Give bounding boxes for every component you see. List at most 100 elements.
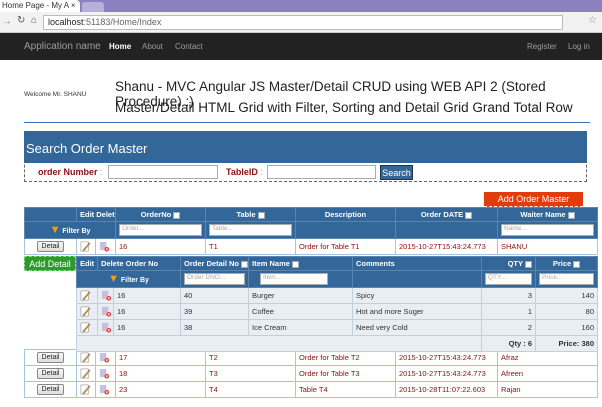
waiter-header[interactable]: Waiter Name [497, 207, 598, 222]
order-number-input[interactable] [108, 165, 218, 179]
edit-icon[interactable] [80, 290, 91, 301]
nav-contact[interactable]: Contact [175, 42, 203, 51]
filter-item-input[interactable]: Item... [260, 273, 328, 285]
star-icon[interactable]: ☆ [588, 15, 597, 26]
edit-icon[interactable] [80, 241, 91, 252]
description-cell: Order for Table T1 [295, 238, 396, 255]
filter-table-input[interactable]: Table... [209, 224, 292, 236]
tab-title: Home Page - My A [2, 1, 69, 10]
detail-button[interactable]: Detail [36, 368, 65, 379]
description-cell: Table T4 [295, 381, 396, 398]
total-price: Price: 380 [535, 335, 598, 352]
orderno-cell: 16 [113, 319, 181, 336]
edit-icon[interactable] [80, 352, 91, 363]
delete-header: Delete [101, 259, 124, 268]
comments-cell: Need very Cold [352, 319, 482, 336]
tableid-label: TableID : [226, 167, 263, 177]
item-cell: Burger [248, 287, 353, 304]
order-number-label: order Number : [38, 167, 103, 177]
table-cell: T3 [205, 365, 296, 382]
new-tab-button[interactable] [82, 2, 104, 12]
date-cell: 2015-10-28T11:07:22.603 [395, 381, 498, 398]
waiter-cell: Afreen [497, 365, 598, 382]
browser-tab[interactable]: Home Page - My A × [0, 0, 80, 12]
sort-icon [573, 260, 581, 268]
detail-total-row: Qty : 6 Price: 380 [76, 335, 598, 352]
filter-name-input[interactable]: Name... [501, 224, 594, 236]
sort-icon [241, 260, 248, 268]
comments-header: Comments [352, 256, 482, 271]
orderno-cell: 16 [115, 238, 206, 255]
filter-icon: ▼ [108, 273, 119, 285]
sort-icon [257, 211, 265, 219]
item-header[interactable]: Item Name [248, 256, 353, 271]
detail-button[interactable]: Detail [36, 241, 65, 252]
orderno-header: Order No [125, 259, 159, 268]
add-detail-button[interactable]: Add Detail [24, 256, 76, 271]
address-bar[interactable]: localhost:51183/Home/Index [43, 15, 563, 30]
price-header[interactable]: Price [535, 256, 598, 271]
edit-icon[interactable] [80, 306, 91, 317]
item-cell: Ice Cream [248, 319, 353, 336]
reload-icon[interactable]: ↻ [17, 15, 25, 26]
comments-cell: Spicy [352, 287, 482, 304]
edit-header: Edit [76, 256, 98, 271]
delete-icon[interactable] [101, 290, 112, 301]
detail-header-row: Edit Delete Order No Order Detail No Ite… [76, 256, 598, 271]
divider [24, 122, 590, 123]
qty-cell: 3 [481, 287, 536, 304]
filter-order-input[interactable]: Order... [119, 224, 202, 236]
delete-icon[interactable] [101, 306, 112, 317]
delete-header: Delete [96, 210, 115, 219]
orderno-header[interactable]: OrderNo [115, 207, 206, 222]
nav-login[interactable]: Log in [568, 42, 590, 51]
detail-button[interactable]: Detail [36, 352, 65, 363]
table-header[interactable]: Table [205, 207, 296, 222]
qty-cell: 2 [481, 319, 536, 336]
price-cell: 140 [535, 287, 598, 304]
search-button[interactable]: Search [380, 165, 413, 180]
brand-link[interactable]: Application name [24, 41, 101, 52]
nav-about[interactable]: About [142, 42, 163, 51]
edit-icon[interactable] [80, 322, 91, 333]
page-subtitle: Master/Detail HTML Grid with Filter, Sor… [115, 100, 573, 115]
welcome-text: Welcome Mr. SHANU [24, 91, 87, 98]
filter-odno-input[interactable]: Order DNO... [184, 273, 245, 285]
detail-row: 16 39 Coffee Hot and more Suger 1 80 [76, 303, 598, 320]
delete-icon[interactable] [99, 368, 110, 379]
odno-header[interactable]: Order Detail No [180, 256, 249, 271]
qty-header[interactable]: QTY [481, 256, 536, 271]
url-host: localhost [48, 17, 84, 27]
delete-icon[interactable] [99, 384, 110, 395]
date-cell: 2015-10-27T15:43:24.773 [395, 238, 498, 255]
master-header-row: Edit Delete OrderNo Table Description Or… [24, 207, 598, 222]
price-cell: 160 [535, 319, 598, 336]
date-header[interactable]: Order DATE [395, 207, 498, 222]
search-heading: Search Order Master [24, 131, 587, 163]
filter-price-input[interactable]: Price... [539, 273, 594, 285]
sort-icon [173, 211, 181, 219]
delete-icon[interactable] [101, 322, 112, 333]
description-header: Description [295, 207, 396, 222]
add-order-master-button[interactable]: Add Order Master [484, 192, 583, 207]
detail-button[interactable]: Detail [36, 384, 65, 395]
nav-home[interactable]: Home [109, 42, 131, 51]
master-row: Detail 23 T4 Table T4 2015-10-28T11:07:22.60… [24, 381, 598, 398]
delete-icon[interactable] [99, 352, 110, 363]
item-cell: Coffee [248, 303, 353, 320]
waiter-cell: Rajan [497, 381, 598, 398]
qty-cell: 1 [481, 303, 536, 320]
delete-icon[interactable] [99, 241, 110, 252]
filter-qty-input[interactable]: QTY... [485, 273, 532, 285]
forward-icon[interactable]: → [2, 16, 12, 27]
edit-icon[interactable] [80, 384, 91, 395]
edit-icon[interactable] [80, 368, 91, 379]
edit-header: Edit [80, 210, 95, 219]
nav-register[interactable]: Register [527, 42, 557, 51]
detail-filter-row: ▼ Filter By Order DNO... Item... QTY... … [76, 270, 598, 288]
detail-grid: Edit Delete Order No Order Detail No Ite… [76, 256, 598, 352]
comments-cell: Hot and more Suger [352, 303, 482, 320]
tableid-input[interactable] [267, 165, 376, 179]
home-icon[interactable]: ⌂ [31, 15, 37, 26]
master-filter-row: ▼ Filter By Order... Table... Name... [24, 221, 598, 239]
